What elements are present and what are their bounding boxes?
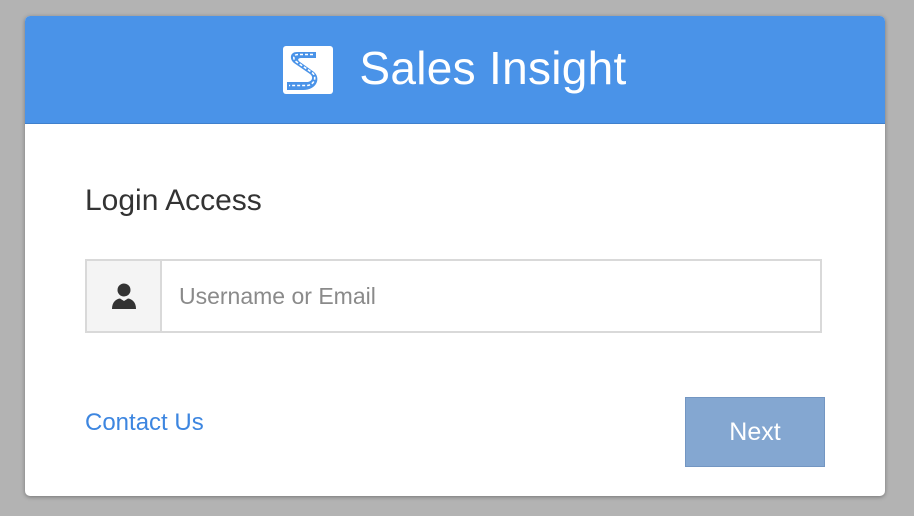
contact-us-link[interactable]: Contact Us: [85, 409, 204, 437]
app-header: Sales Insight: [25, 16, 885, 124]
login-card: Sales Insight Login Access Contact Us Ne…: [25, 16, 885, 496]
user-icon: [111, 283, 136, 309]
sales-insight-logo-icon: [283, 45, 334, 94]
username-input-group: [85, 259, 822, 333]
username-input[interactable]: [162, 261, 820, 331]
user-icon-addon: [87, 261, 162, 331]
login-heading: Login Access: [85, 184, 262, 217]
app-title: Sales Insight: [359, 41, 627, 94]
next-button[interactable]: Next: [685, 397, 825, 467]
